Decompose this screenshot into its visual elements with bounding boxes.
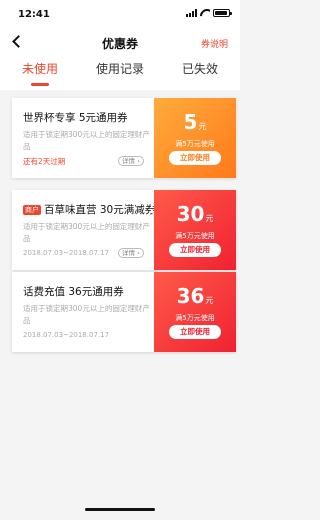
coupon-card: 商户 百草味直营 30元满减券 适用于锁定期300元以上的固定理财产品 2018.… — [12, 190, 236, 270]
coupon-amount: 5元 — [154, 110, 236, 134]
coupon-description: 适用于锁定期300元以上的固定理财产品 — [23, 222, 150, 243]
coupon-info: 话费充值 36元通用券 适用于锁定期300元以上的固定理财产品 2018.07.… — [12, 272, 154, 352]
coupon-condition: 满5万元使用 — [175, 232, 215, 240]
coupon-condition: 满5万元使用 — [175, 140, 215, 148]
detail-label: 详情 — [122, 157, 135, 165]
amount-number: 5 — [183, 110, 198, 134]
coupon-description: 适用于锁定期300元以上的固定理财产品 — [23, 130, 150, 151]
use-now-button[interactable]: 立即使用 — [169, 325, 221, 339]
tab-usage-history[interactable]: 使用记录 — [80, 60, 160, 90]
coupon-amount: 30元 — [154, 202, 236, 226]
tab-unused[interactable]: 未使用 — [0, 60, 80, 90]
coupon-valid-dates: 2018.07.03~2018.07.17 — [23, 331, 110, 339]
coupon-value-panel: 36元 满5万元使用 立即使用 — [151, 272, 236, 352]
tab-label: 已失效 — [181, 62, 218, 76]
amount-unit: 元 — [205, 296, 214, 305]
tab-label: 未使用 — [21, 62, 58, 76]
use-now-button[interactable]: 立即使用 — [169, 243, 221, 257]
merchant-tag: 商户 — [23, 205, 41, 215]
tab-expired[interactable]: 已失效 — [160, 60, 240, 90]
tab-label: 使用记录 — [95, 62, 144, 76]
active-tab-indicator — [31, 83, 49, 86]
coupon-card: 话费充值 36元通用券 适用于锁定期300元以上的固定理财产品 2018.07.… — [12, 272, 236, 352]
tab-bar: 未使用 使用记录 已失效 — [0, 60, 240, 90]
nav-header: 优惠券 券说明 — [0, 26, 240, 60]
coupon-title: 商户 百草味直营 30元满减券 — [23, 202, 155, 217]
coupon-description: 适用于锁定期300元以上的固定理财产品 — [23, 304, 150, 325]
coupon-valid-dates: 2018.07.03~2018.07.17 — [23, 249, 110, 257]
use-now-button[interactable]: 立即使用 — [169, 151, 221, 165]
coupon-detail-button[interactable]: 详情 › — [118, 156, 144, 166]
home-indicator[interactable] — [85, 508, 155, 511]
status-icons — [186, 9, 232, 17]
coupon-info: 商户 百草味直营 30元满减券 适用于锁定期300元以上的固定理财产品 2018.… — [12, 190, 155, 270]
battery-icon — [213, 9, 232, 17]
coupon-title: 话费充值 36元通用券 — [23, 286, 124, 298]
coupon-detail-button[interactable]: 详情 › — [118, 248, 144, 258]
amount-number: 36 — [176, 284, 205, 308]
coupon-info: 世界杯专享 5元通用券 适用于锁定期300元以上的固定理财产品 还有2天过期 详… — [12, 98, 154, 178]
coupon-expire-notice: 还有2天过期 — [23, 157, 66, 166]
coupon-help-link[interactable]: 券说明 — [201, 37, 228, 50]
detail-label: 详情 — [122, 249, 135, 257]
status-time: 12:41 — [18, 9, 50, 20]
status-bar: 12:41 — [0, 0, 240, 26]
coupon-amount: 36元 — [154, 284, 236, 308]
coupon-card: 世界杯专享 5元通用券 适用于锁定期300元以上的固定理财产品 还有2天过期 详… — [12, 98, 236, 178]
coupon-value-panel: 5元 满5万元使用 立即使用 — [151, 98, 236, 178]
wifi-icon — [200, 9, 210, 17]
coupon-title: 世界杯专享 5元通用券 — [23, 112, 128, 124]
signal-icon — [186, 9, 197, 17]
amount-number: 30 — [176, 202, 205, 226]
amount-unit: 元 — [198, 122, 207, 131]
coupon-condition: 满5万元使用 — [175, 314, 215, 322]
amount-unit: 元 — [205, 214, 214, 223]
coupon-title-text: 百草味直营 30元满减券 — [44, 204, 156, 216]
coupon-value-panel: 30元 满5万元使用 立即使用 — [151, 190, 236, 270]
